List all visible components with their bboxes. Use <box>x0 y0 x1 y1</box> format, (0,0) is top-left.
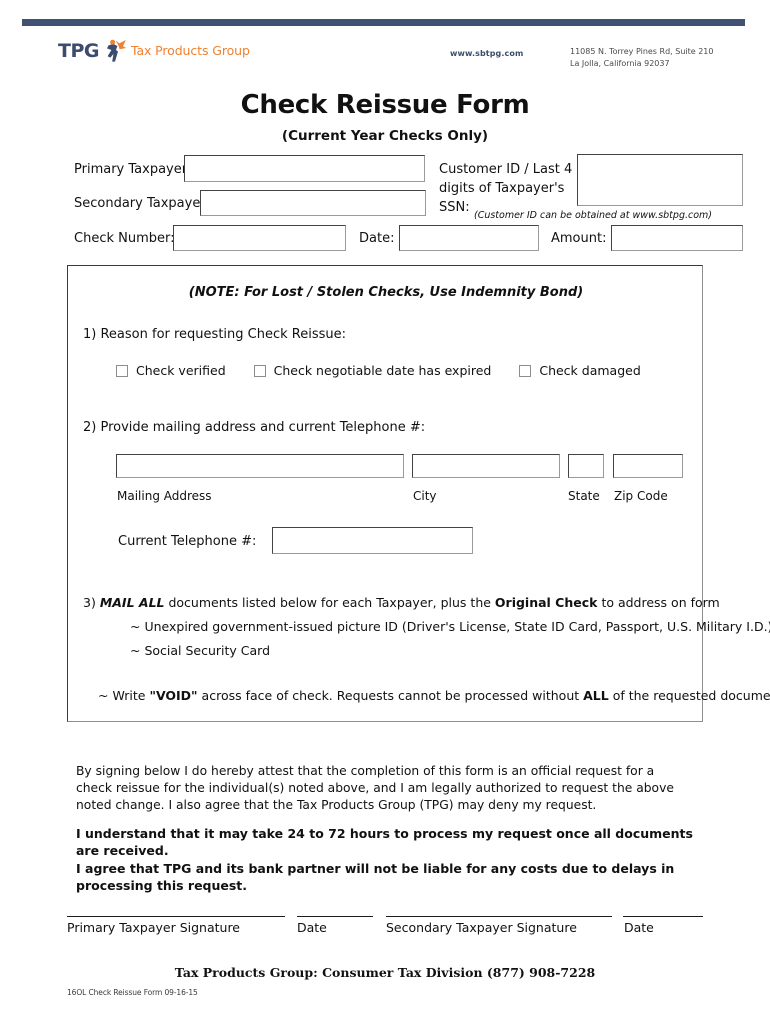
reason-label: Check damaged <box>539 363 641 378</box>
reason-label: Check verified <box>136 363 226 378</box>
city-label: City <box>413 489 437 503</box>
footer-contact: Tax Products Group: Consumer Tax Divisio… <box>174 965 596 980</box>
check-number-input[interactable] <box>173 225 346 251</box>
zip-code-label: Zip Code <box>614 489 668 503</box>
tpg-logo: TPG Tax Products Group <box>58 39 250 63</box>
step-3-prefix: 3) <box>83 595 100 610</box>
header-rule <box>22 19 745 26</box>
state-label: State <box>568 489 600 503</box>
check-date-label: Date: <box>359 231 395 246</box>
letterhead: TPG Tax Products Group www.sbtpg.com 110… <box>0 38 770 74</box>
checkbox-icon[interactable] <box>116 364 128 377</box>
check-amount-input[interactable] <box>611 225 743 251</box>
tpg-logo-text: TPG <box>58 39 99 62</box>
page-subtitle: (Current Year Checks Only) <box>281 128 489 144</box>
void-word: "VOID" <box>149 688 198 703</box>
secondary-date-label: Date <box>624 920 654 935</box>
reason-check-verified[interactable]: Check verified <box>116 363 226 378</box>
attestation-paragraph: By signing below I do hereby attest that… <box>76 764 674 812</box>
void-all-word: ALL <box>583 688 609 703</box>
current-telephone-input[interactable] <box>272 527 473 554</box>
primary-date-label: Date <box>297 920 327 935</box>
address-line-2: La Jolla, California 92037 <box>570 58 670 68</box>
check-reissue-form-page: TPG Tax Products Group www.sbtpg.com 110… <box>0 0 770 1024</box>
tpg-logo-tagline: Tax Products Group <box>130 42 250 58</box>
check-number-label: Check Number: <box>74 231 175 246</box>
attestation-processing-time: I understand that it may take 24 to 72 h… <box>76 826 693 859</box>
customer-id-input[interactable] <box>577 154 743 206</box>
mailing-address-input[interactable] <box>116 454 404 478</box>
check-amount-label: Amount: <box>551 231 607 246</box>
reason-check-damaged[interactable]: Check damaged <box>519 363 641 378</box>
secondary-taxpayer-label: Secondary Taxpayer: <box>74 196 210 211</box>
current-telephone-label: Current Telephone #: <box>118 534 257 549</box>
primary-date-line[interactable] <box>297 916 373 917</box>
step-1-label: 1) Reason for requesting Check Reissue: <box>83 327 346 342</box>
zip-code-input[interactable] <box>613 454 683 478</box>
checkbox-icon[interactable] <box>253 364 266 377</box>
check-date-input[interactable] <box>399 225 539 251</box>
step-2-label: 2) Provide mailing address and current T… <box>83 420 426 435</box>
state-input[interactable] <box>568 454 604 478</box>
attestation-liability: I agree that TPG and its bank partner wi… <box>76 860 675 893</box>
indemnity-note: (NOTE: For Lost / Stolen Checks, Use Ind… <box>188 285 584 300</box>
step-3-mail-all: MAIL ALL <box>99 595 165 610</box>
address-line-1: 11085 N. Torrey Pines Rd, Suite 210 <box>570 47 714 56</box>
attestation-bold-block: I understand that it may take 24 to 72 h… <box>76 825 696 894</box>
reason-checkbox-group: Check verified Check negotiable date has… <box>116 363 669 378</box>
void-prefix: ~ Write <box>98 688 150 703</box>
instructions-panel: (NOTE: For Lost / Stolen Checks, Use Ind… <box>67 265 770 722</box>
step-3-original-check: Original Check <box>494 595 598 610</box>
company-address: 11085 N. Torrey Pines Rd, Suite 210 La J… <box>570 46 713 69</box>
step-3-heading: 3) MAIL ALL documents listed below for e… <box>83 595 720 610</box>
secondary-signature-line[interactable] <box>386 916 612 917</box>
secondary-date-line[interactable] <box>623 916 703 917</box>
mailing-address-label: Mailing Address <box>117 489 212 503</box>
tpg-person-icon <box>101 39 127 63</box>
primary-taxpayer-input[interactable] <box>184 155 425 182</box>
void-mid: across face of check. Requests cannot be… <box>197 688 584 703</box>
primary-signature-label: Primary Taxpayer Signature <box>67 920 240 935</box>
step-3-mid: documents listed below for each Taxpayer… <box>164 595 495 610</box>
reason-label: Check negotiable date has expired <box>273 363 492 378</box>
primary-signature-line[interactable] <box>67 916 285 917</box>
step-3-bullet-id: ~ Unexpired government-issued picture ID… <box>130 619 770 634</box>
secondary-signature-label: Secondary Taxpayer Signature <box>386 920 577 935</box>
customer-id-note: (Customer ID can be obtained at www.sbtp… <box>473 210 712 221</box>
secondary-taxpayer-input[interactable] <box>200 190 426 216</box>
primary-taxpayer-label: Primary Taxpayer: <box>74 162 192 177</box>
void-suffix: of the requested documents. <box>612 688 770 703</box>
page-title: Check Reissue Form <box>240 90 530 120</box>
step-3-bullet-ssn-card: ~ Social Security Card <box>130 643 271 658</box>
step-3-suffix: to address on form <box>597 595 720 610</box>
footer-form-code: 16OL Check Reissue Form 09-16-15 <box>67 988 198 997</box>
checkbox-icon[interactable] <box>519 364 532 377</box>
reason-check-negotiable-expired[interactable]: Check negotiable date has expired <box>253 363 492 378</box>
website-link[interactable]: www.sbtpg.com <box>450 49 523 58</box>
city-input[interactable] <box>412 454 560 478</box>
step-3-void-instruction: ~ Write "VOID" across face of check. Req… <box>98 688 770 703</box>
